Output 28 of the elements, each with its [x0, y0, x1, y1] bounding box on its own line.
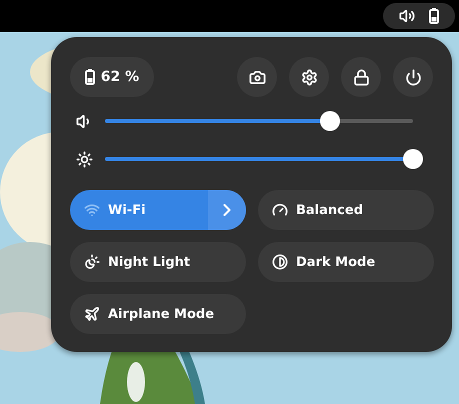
battery-icon [429, 8, 439, 24]
settings-button[interactable] [289, 57, 329, 97]
battery-button[interactable]: 62 % [70, 57, 154, 97]
slider-handle[interactable] [320, 111, 340, 132]
chevron-right-icon[interactable] [208, 190, 246, 230]
camera-icon [248, 68, 266, 86]
airplane-icon [84, 306, 100, 322]
power-icon [404, 68, 422, 86]
screenshot-button[interactable] [237, 57, 277, 97]
slider-handle[interactable] [403, 149, 423, 170]
power-button[interactable] [393, 57, 433, 97]
lock-button[interactable] [341, 57, 381, 97]
sun-moon-icon [84, 254, 100, 270]
slider[interactable] [105, 149, 423, 170]
half-circle-icon [272, 254, 288, 270]
speaker-icon [399, 8, 415, 24]
system-status-button[interactable] [383, 3, 455, 29]
quick-toggle[interactable]: Wi-Fi [70, 190, 246, 230]
quick-toggle[interactable]: Airplane Mode [70, 294, 246, 334]
gauge-icon [272, 202, 288, 218]
lock-icon [352, 68, 370, 86]
quick-toggle[interactable]: Balanced [258, 190, 434, 230]
battery-icon [84, 69, 95, 85]
quick-toggle[interactable]: Dark Mode [258, 242, 434, 282]
wifi-icon [84, 202, 100, 218]
settings-icon [300, 68, 318, 86]
quick-toggle[interactable]: Night Light [70, 242, 246, 282]
sun-icon [76, 150, 93, 168]
